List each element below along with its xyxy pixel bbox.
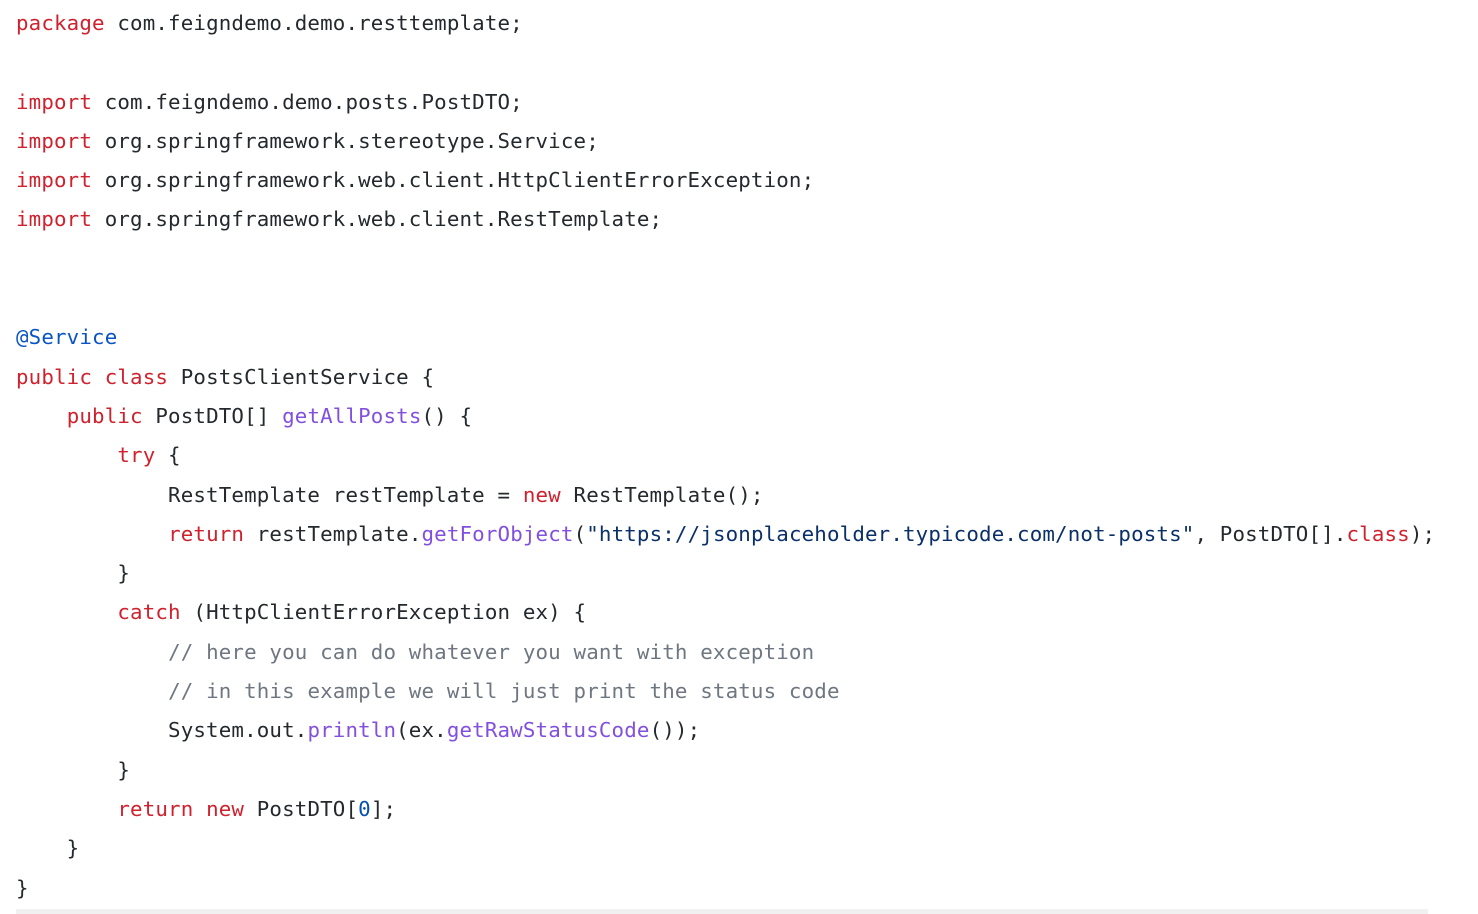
code-token-plain: RestTemplate();: [560, 482, 764, 507]
code-token-plain: {: [155, 443, 181, 468]
code-token-plain: restTemplate.: [244, 521, 422, 546]
code-token-plain: ());: [649, 718, 701, 743]
code-token-plain: RestTemplate restTemplate =: [16, 482, 523, 507]
code-line: // here you can do whatever you want wit…: [16, 634, 1478, 673]
code-line: }: [16, 752, 1478, 791]
code-token-plain: (ex.: [396, 718, 447, 743]
code-token-plain: org.springframework.stereotype.Service;: [92, 128, 599, 153]
code-token-plain: , PostDTO[].: [1194, 521, 1347, 546]
code-token-plain: org.springframework.web.client.HttpClien…: [92, 168, 815, 193]
code-line: RestTemplate restTemplate = new RestTemp…: [16, 477, 1478, 516]
code-token-keyword: return: [117, 796, 194, 821]
code-token-keyword: class: [1346, 521, 1410, 546]
code-line: import org.springframework.web.client.Ht…: [16, 162, 1478, 201]
code-line: import com.feigndemo.demo.posts.PostDTO;: [16, 84, 1478, 123]
code-token-plain: }: [16, 836, 80, 861]
code-token-plain: (: [573, 521, 587, 546]
code-line: catch (HttpClientErrorException ex) {: [16, 594, 1478, 633]
horizontal-scrollbar[interactable]: [16, 909, 1428, 914]
code-token-function: getRawStatusCode: [446, 718, 650, 743]
code-token-string: "https://jsonplaceholder.typicode.com/no…: [586, 521, 1195, 546]
code-token-plain: }: [16, 757, 131, 782]
code-token-keyword: import: [16, 207, 93, 232]
code-line: return restTemplate.getForObject("https:…: [16, 516, 1478, 555]
code-token-plain: System.out.: [16, 718, 308, 743]
code-line: }: [16, 555, 1478, 594]
code-token-function: println: [307, 718, 397, 743]
code-line: System.out.println(ex.getRawStatusCode()…: [16, 712, 1478, 751]
code-token-annotation: @Service: [16, 325, 118, 350]
code-token-plain: );: [1409, 521, 1436, 546]
code-token-plain: com.feigndemo.demo.posts.PostDTO;: [92, 89, 523, 114]
code-line: // in this example we will just print th…: [16, 673, 1478, 712]
code-token-keyword: class: [104, 364, 169, 389]
code-token-plain: }: [16, 561, 131, 586]
code-token-plain: PostsClientService {: [168, 364, 435, 389]
code-token-keyword: import: [16, 89, 93, 114]
code-token-keyword: new: [522, 482, 561, 507]
code-line: public PostDTO[] getAllPosts() {: [16, 398, 1478, 437]
code-token-function: getAllPosts: [282, 403, 422, 428]
code-token-plain: }: [16, 875, 29, 900]
code-line: }: [16, 830, 1478, 869]
code-token-number: 0: [358, 796, 371, 821]
code-token-plain: (HttpClientErrorException ex) {: [180, 600, 587, 625]
code-block: package com.feigndemo.demo.resttemplate;…: [0, 0, 1478, 914]
code-token-comment: // here you can do whatever you want wit…: [168, 639, 815, 664]
code-line: return new PostDTO[0];: [16, 791, 1478, 830]
code-token-plain: () {: [421, 403, 473, 428]
code-line: @Service: [16, 319, 1478, 358]
code-line: public class PostsClientService {: [16, 359, 1478, 398]
code-line: }: [16, 870, 1478, 909]
code-token-plain: PostDTO[]: [142, 403, 283, 428]
code-token-plain: ];: [370, 796, 397, 821]
code-line: try {: [16, 437, 1478, 476]
code-token-plain: org.springframework.web.client.RestTempl…: [92, 207, 663, 232]
code-line: import org.springframework.web.client.Re…: [16, 201, 1478, 240]
code-line: package com.feigndemo.demo.resttemplate;: [16, 5, 1478, 44]
code-token-plain: com.feigndemo.demo.resttemplate;: [104, 11, 523, 35]
code-token-keyword: import: [16, 168, 93, 193]
code-token-keyword: package: [16, 11, 105, 35]
code-token-keyword: catch: [117, 600, 181, 625]
code-token-function: getForObject: [421, 521, 574, 546]
code-line: import org.springframework.stereotype.Se…: [16, 123, 1478, 162]
code-token-keyword: return: [168, 521, 245, 546]
code-lines: package com.feigndemo.demo.resttemplate;…: [16, 5, 1478, 909]
code-token-keyword: public: [66, 403, 143, 428]
code-token-keyword: public: [16, 364, 93, 389]
code-token-plain: PostDTO[: [244, 796, 359, 821]
code-token-comment: // in this example we will just print th…: [168, 679, 840, 704]
code-token-keyword: import: [16, 128, 93, 153]
code-token-keyword: try: [117, 443, 156, 468]
code-token-keyword: new: [206, 796, 245, 821]
